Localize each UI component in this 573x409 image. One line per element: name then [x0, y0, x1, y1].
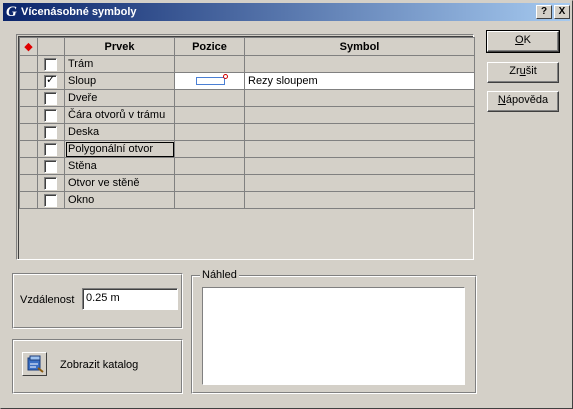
row-symbol[interactable] [244, 106, 475, 124]
symbols-grid: ◆ Prvek Pozice Symbol Trám ✓ Sloup Rezy … [16, 34, 475, 260]
table-row[interactable]: Okno [19, 191, 475, 209]
preview-area [202, 287, 465, 385]
row-checkbox[interactable] [44, 57, 57, 71]
row-selector[interactable] [19, 123, 38, 141]
table-row[interactable]: Stěna [19, 157, 475, 175]
ok-button[interactable]: OK [486, 30, 560, 53]
column-header-symbol[interactable]: Symbol [244, 37, 475, 56]
column-header-prvek[interactable]: Prvek [64, 37, 175, 56]
position-preview-icon [196, 74, 228, 86]
cancel-button[interactable]: Zrušit [487, 62, 559, 83]
row-symbol[interactable] [244, 55, 475, 73]
row-checkbox[interactable] [44, 193, 57, 207]
show-catalog-label: Zobrazit katalog [60, 359, 139, 371]
row-pozice[interactable] [174, 157, 245, 175]
row-pozice[interactable] [174, 174, 245, 192]
red-diamond-icon: ◆ [24, 41, 33, 53]
row-prvek: Sloup [64, 72, 175, 90]
row-symbol[interactable] [244, 89, 475, 107]
row-pozice[interactable] [174, 191, 245, 209]
row-pozice[interactable] [174, 140, 245, 158]
position-anchor-icon [223, 74, 228, 80]
row-checkbox[interactable] [44, 125, 57, 139]
checkmark-icon: ✓ [46, 73, 56, 86]
preview-legend: Náhled [200, 269, 239, 281]
row-selector[interactable] [19, 72, 38, 90]
row-prvek: Čára otvorů v trámu [64, 106, 175, 124]
row-symbol[interactable] [244, 140, 475, 158]
row-symbol[interactable]: Rezy sloupem [244, 72, 475, 90]
row-checkbox[interactable] [44, 108, 57, 122]
row-pozice[interactable] [174, 123, 245, 141]
help-button[interactable]: ? [536, 5, 552, 19]
row-selector[interactable] [19, 106, 38, 124]
checkbox-header [37, 37, 65, 56]
window-title: Vícenásobné symboly [21, 6, 137, 18]
row-pozice[interactable] [174, 89, 245, 107]
column-header-pozice[interactable]: Pozice [174, 37, 245, 56]
row-checkbox[interactable] [44, 142, 57, 156]
row-selector[interactable] [19, 174, 38, 192]
table-row[interactable]: Čára otvorů v trámu [19, 106, 475, 124]
table-row[interactable]: Trám [19, 55, 475, 73]
row-checkbox[interactable] [44, 91, 57, 105]
table-row[interactable]: Deska [19, 123, 475, 141]
row-pozice[interactable] [174, 55, 245, 73]
row-symbol[interactable] [244, 174, 475, 192]
catalog-icon [27, 355, 44, 373]
row-selector[interactable] [19, 140, 38, 158]
row-selector[interactable] [19, 89, 38, 107]
row-selector[interactable] [19, 191, 38, 209]
row-checkbox[interactable] [44, 176, 57, 190]
table-row[interactable]: Otvor ve stěně [19, 174, 475, 192]
row-selector[interactable] [19, 55, 38, 73]
row-symbol[interactable] [244, 123, 475, 141]
catalog-group: Zobrazit katalog [12, 339, 183, 394]
table-row[interactable]: ✓ Sloup Rezy sloupem [19, 72, 475, 90]
row-selector[interactable] [19, 157, 38, 175]
title-bar: G Vícenásobné symboly ? X [3, 3, 570, 21]
row-prvek: Stěna [64, 157, 175, 175]
row-prvek: Dveře [64, 89, 175, 107]
table-row[interactable]: Dveře [19, 89, 475, 107]
help-dialog-button[interactable]: Nápověda [487, 91, 559, 112]
row-prvek: Polygonální otvor [64, 140, 175, 158]
table-row[interactable]: Polygonální otvor [19, 140, 475, 158]
row-prvek: Otvor ve stěně [64, 174, 175, 192]
close-button[interactable]: X [554, 5, 570, 19]
preview-group: Náhled [191, 269, 477, 394]
row-pozice[interactable] [174, 72, 245, 90]
row-symbol[interactable] [244, 157, 475, 175]
row-prvek: Okno [64, 191, 175, 209]
row-symbol[interactable] [244, 191, 475, 209]
app-logo-icon: G [6, 4, 17, 20]
distance-group: Vzdálenost 0.25 m [12, 273, 183, 329]
row-prvek: Deska [64, 123, 175, 141]
row-checkbox[interactable]: ✓ [44, 73, 57, 88]
marker-header: ◆ [19, 37, 38, 56]
row-checkbox[interactable] [44, 159, 57, 173]
distance-input[interactable]: 0.25 m [82, 288, 178, 310]
row-prvek: Trám [64, 55, 175, 73]
grid-header-row: ◆ Prvek Pozice Symbol [19, 37, 475, 56]
show-catalog-button[interactable] [22, 352, 47, 376]
dialog-window: G Vícenásobné symboly ? X ◆ Prvek Pozice… [0, 0, 573, 409]
distance-label: Vzdálenost [20, 294, 75, 306]
row-pozice[interactable] [174, 106, 245, 124]
